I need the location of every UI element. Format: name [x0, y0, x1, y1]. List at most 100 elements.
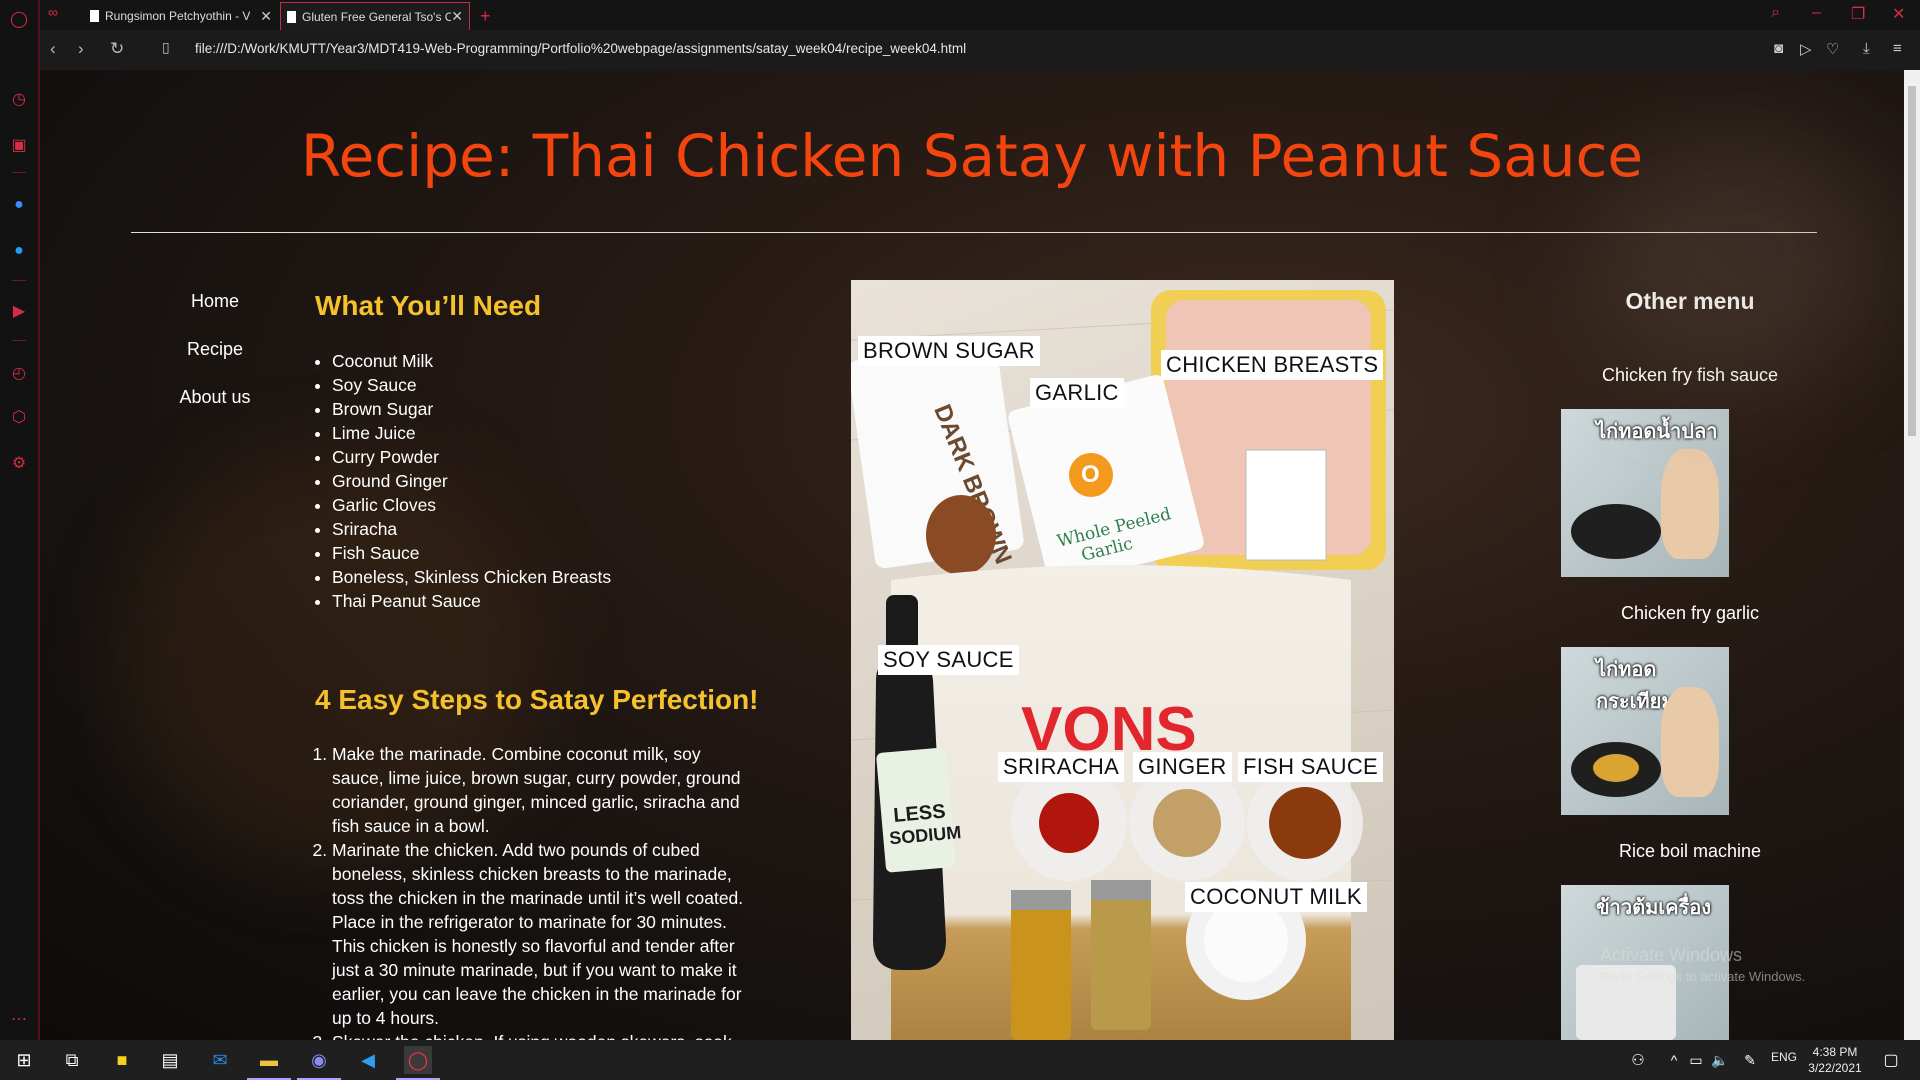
nav-recipe-link[interactable]: Recipe	[155, 339, 275, 360]
close-window-icon[interactable]: ✕	[1892, 4, 1905, 24]
nav-about-link[interactable]: About us	[155, 387, 275, 408]
windows-start-icon[interactable]: ⊞	[10, 1046, 38, 1074]
clock-time: 4:38 PM	[1812, 1045, 1858, 1059]
label-garlic: GARLIC	[1030, 378, 1124, 408]
list-item: Thai Peanut Sauce	[332, 589, 611, 613]
tab-1[interactable]: Rungsimon Petchyothin - V ✕	[84, 2, 278, 30]
volume-icon[interactable]: 🔈	[1706, 1046, 1734, 1074]
list-item: Soy Sauce	[332, 373, 611, 397]
restore-icon[interactable]: ❐	[1851, 4, 1865, 24]
close-tab-icon[interactable]: ✕	[260, 8, 272, 25]
discord-icon[interactable]: ◉	[297, 1046, 341, 1080]
list-item: Coconut Milk	[332, 349, 611, 373]
recipe-ingredients-image: DARK BROWN O Whole Peeled Garlic VONS LE…	[851, 280, 1394, 1040]
opera-logo-icon[interactable]: ◯	[8, 8, 30, 30]
menu-item-label[interactable]: Chicken fry fish sauce	[1560, 365, 1820, 386]
web-page: Recipe: Thai Chicken Satay with Peanut S…	[40, 70, 1904, 1040]
list-item: Sriracha	[332, 517, 611, 541]
label-soy-sauce: SOY SAUCE	[878, 645, 1019, 675]
steps-list: Make the marinade. Combine coconut milk,…	[292, 742, 752, 1040]
label-fish-sauce: FISH SAUCE	[1238, 752, 1384, 782]
list-item: Skewer the chicken. If using wooden skew…	[332, 1030, 752, 1040]
clock[interactable]: 4:38 PM 3/22/2021	[1805, 1044, 1865, 1076]
bookmark-heart-icon[interactable]: ♡	[1826, 40, 1839, 58]
opera-taskbar-icon[interactable]: ◯	[396, 1046, 440, 1080]
search-tabs-icon[interactable]: ⌕	[1771, 4, 1780, 22]
pen-icon[interactable]: ✎	[1736, 1046, 1764, 1074]
file-explorer-icon[interactable]: ▬	[247, 1046, 291, 1080]
menu-item-thumbnail[interactable]: ไก่ทอดน้ำปลา	[1561, 409, 1729, 577]
page-title: Recipe: Thai Chicken Satay with Peanut S…	[300, 122, 1644, 190]
close-tab-icon[interactable]: ✕	[451, 8, 463, 25]
sticky-notes-icon[interactable]: ■	[108, 1046, 136, 1074]
snapshot-icon[interactable]: ◙	[1774, 40, 1783, 57]
tab-title: Gluten Free General Tso's C	[302, 9, 452, 24]
svg-text:LESS: LESS	[892, 800, 946, 826]
minimize-icon[interactable]: –	[1812, 4, 1821, 22]
extensions-icon[interactable]: ⬡	[8, 406, 30, 428]
notifications-icon[interactable]: ▢	[1877, 1046, 1905, 1074]
windows-taskbar: ⊞ ⧉ ■ ▤ ✉ ▬ ◉ ◀ ◯ ⚇ ^ ▭ 🔈 ✎ ENG 4:38 PM …	[0, 1040, 1920, 1080]
forward-icon[interactable]: ›	[78, 39, 84, 59]
people-icon[interactable]: ⚇	[1624, 1046, 1652, 1074]
menu-item-label[interactable]: Chicken fry garlic	[1560, 603, 1820, 624]
list-item: Brown Sugar	[332, 397, 611, 421]
svg-text:O: O	[1081, 461, 1100, 488]
list-item: Garlic Cloves	[332, 493, 611, 517]
label-sriracha: SRIRACHA	[998, 752, 1125, 782]
list-item: Ground Ginger	[332, 469, 611, 493]
speed-dial-icon[interactable]: ◷	[8, 88, 30, 110]
back-icon[interactable]: ‹	[50, 39, 56, 59]
steps-heading: 4 Easy Steps to Satay Perfection!	[315, 684, 759, 715]
messenger-icon[interactable]: ●	[8, 194, 30, 216]
reload-icon[interactable]: ↻	[110, 39, 124, 59]
menu-icon[interactable]: ≡	[1893, 40, 1902, 57]
other-menu-heading: Other menu	[1625, 288, 1755, 314]
twitter-icon[interactable]: ●	[8, 240, 30, 262]
nav-home-link[interactable]: Home	[155, 291, 275, 312]
store-icon[interactable]: ▤	[156, 1046, 184, 1074]
list-item: Fish Sauce	[332, 541, 611, 565]
menu-item-label[interactable]: Rice boil machine	[1560, 841, 1820, 862]
download-icon[interactable]: ⤓	[1863, 40, 1870, 57]
list-item: Marinate the chicken. Add two pounds of …	[332, 838, 752, 1030]
history-icon[interactable]: ◴	[8, 362, 30, 384]
list-item: Curry Powder	[332, 445, 611, 469]
label-ginger: GINGER	[1133, 752, 1232, 782]
menu-item-thumbnail[interactable]: ไก่ทอดกระเทียม	[1561, 647, 1729, 815]
document-icon	[287, 10, 296, 23]
tab-2[interactable]: Gluten Free General Tso's C ✕	[280, 2, 470, 30]
send-icon[interactable]: ▷	[1800, 40, 1812, 58]
label-coconut-milk: COCONUT MILK	[1185, 882, 1367, 912]
tab-menu-icon[interactable]: ∞	[48, 4, 58, 20]
language-indicator[interactable]: ENG	[1771, 1050, 1797, 1064]
more-icon[interactable]: ⋯	[8, 1008, 30, 1030]
list-item: Boneless, Skinless Chicken Breasts	[332, 565, 611, 589]
scroll-thumb[interactable]	[1908, 86, 1916, 436]
new-tab-button[interactable]: +	[474, 2, 502, 30]
tab-title: Rungsimon Petchyothin - V	[105, 9, 251, 23]
player-icon[interactable]: ▶	[8, 300, 30, 322]
vscode-icon[interactable]: ◀	[354, 1046, 382, 1074]
mail-icon[interactable]: ✉	[206, 1046, 234, 1074]
watermark-title: Activate Windows	[1600, 945, 1743, 965]
activate-windows-watermark: Activate Windows Go to Settings to activ…	[1600, 945, 1805, 984]
watermark-subtitle: Go to Settings to activate Windows.	[1600, 969, 1806, 984]
list-item: Lime Juice	[332, 421, 611, 445]
clock-date: 3/22/2021	[1808, 1061, 1862, 1075]
opera-sidebar: ◯ ◷ ▣ ● ● ▶ ◴ ⬡ ⚙ ⋯	[0, 0, 40, 1080]
address-bar: ‹ › ↻ ▯ file:///D:/Work/KMUTT/Year3/MDT4…	[40, 30, 1920, 70]
tab-bar: ∞ Rungsimon Petchyothin - V ✕ Gluten Fre…	[40, 0, 1920, 30]
document-icon	[90, 10, 99, 22]
page-info-icon[interactable]: ▯	[162, 39, 170, 56]
shopping-bag-icon[interactable]: ▣	[8, 134, 30, 156]
page-scrollbar[interactable]	[1904, 70, 1920, 1040]
ingredients-list: Coconut Milk Soy Sauce Brown Sugar Lime …	[292, 349, 611, 613]
task-view-icon[interactable]: ⧉	[58, 1046, 86, 1074]
thumbnail-caption: ไก่ทอดน้ำปลา	[1596, 419, 1718, 443]
thumbnail-caption: ข้าวต้มเครื่อง	[1596, 895, 1712, 919]
ingredients-heading: What You’ll Need	[315, 290, 542, 321]
url-field[interactable]: file:///D:/Work/KMUTT/Year3/MDT419-Web-P…	[195, 41, 966, 56]
divider	[131, 232, 1817, 233]
settings-gear-icon[interactable]: ⚙	[8, 452, 30, 474]
